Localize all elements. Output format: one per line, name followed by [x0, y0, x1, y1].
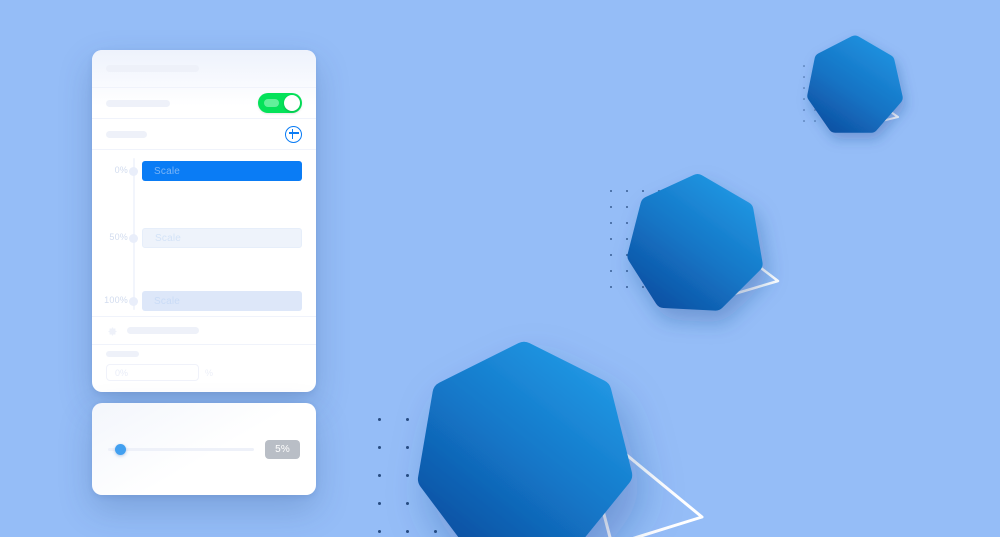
toggle-label-placeholder-bar	[106, 99, 170, 107]
scale-bar-50[interactable]: Scale	[142, 228, 302, 248]
tick-100-wrap: 100%	[92, 295, 128, 307]
input-line: 0% %	[106, 364, 302, 381]
tick-0-wrap: 0%	[92, 165, 128, 177]
triangle-outline-large	[560, 405, 740, 537]
enable-toggle[interactable]	[258, 93, 302, 113]
card-title-row	[92, 50, 316, 88]
settings-label-placeholder-bar	[127, 327, 199, 334]
screen: 0% Scale 50% Scale 100% Scale 0% % 5%	[0, 0, 1000, 537]
tick-dot-50	[129, 233, 138, 243]
input-label-placeholder-bar	[106, 351, 139, 357]
scale-bar-100[interactable]: Scale	[142, 291, 302, 311]
percent-input-row: 0% %	[92, 345, 316, 389]
triangle-outline-small	[836, 77, 916, 137]
percent-suffix-label: %	[205, 367, 214, 378]
triangle-outline-medium	[690, 215, 800, 315]
add-item-row	[92, 119, 316, 150]
add-label-placeholder-bar	[106, 130, 147, 138]
title-placeholder-bar	[106, 65, 199, 72]
heptagon-large	[417, 341, 633, 537]
scale-row-0[interactable]: 0% Scale	[92, 160, 302, 182]
heptagon-medium	[627, 174, 763, 311]
toggle-inner-pill	[264, 99, 279, 107]
gear-icon	[106, 325, 118, 337]
tick-50-wrap: 50%	[92, 232, 128, 244]
percent-input[interactable]: 0%	[106, 364, 199, 381]
tick-label-50: 50%	[109, 232, 128, 242]
plus-circle-icon[interactable]	[285, 125, 302, 143]
scale-list: 0% Scale 50% Scale 100% Scale	[92, 150, 316, 317]
tick-dot-100	[129, 296, 138, 306]
scale-row-50[interactable]: 50% Scale	[92, 227, 302, 249]
slider-track[interactable]	[108, 447, 255, 451]
slider-card: 5%	[92, 403, 316, 495]
tick-dot-0	[129, 166, 138, 176]
toggle-row	[92, 88, 316, 119]
toggle-knob	[284, 95, 300, 111]
settings-card: 0% Scale 50% Scale 100% Scale 0% %	[92, 50, 316, 392]
scale-slider[interactable]	[108, 442, 255, 456]
settings-row[interactable]	[92, 317, 316, 345]
slider-thumb[interactable]	[114, 443, 126, 455]
tick-label-0: 0%	[114, 165, 128, 175]
heptagon-small	[807, 35, 903, 133]
scale-bar-0[interactable]: Scale	[142, 161, 302, 181]
scale-row-100[interactable]: 100% Scale	[92, 290, 302, 312]
tick-label-100: 100%	[104, 295, 128, 305]
slider-value-badge: 5%	[265, 439, 300, 459]
